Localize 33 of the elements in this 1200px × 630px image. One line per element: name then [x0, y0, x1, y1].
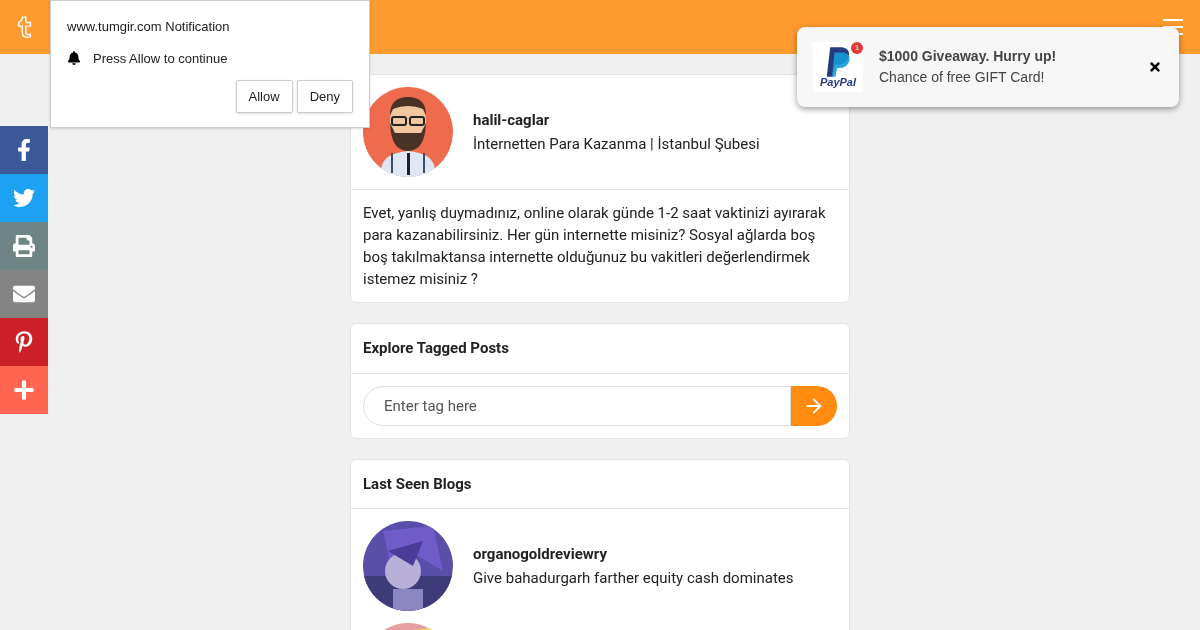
close-icon — [1148, 60, 1162, 74]
plus-icon — [13, 379, 35, 401]
paypal-logo-icon — [825, 46, 851, 77]
share-button[interactable] — [0, 126, 48, 174]
printer-icon — [13, 235, 35, 257]
dialog-button[interactable]: Deny — [296, 80, 353, 113]
dialog-message: Press Allow to continue — [93, 49, 228, 68]
share-button[interactable] — [0, 318, 48, 366]
pinterest-icon — [13, 331, 35, 353]
toast-message: Chance of free GIFT Card! — [879, 68, 1046, 87]
tag-input-field[interactable]: Enter tag here — [363, 385, 791, 426]
section-title: Explore Tagged Posts — [351, 324, 849, 374]
bell-icon — [67, 51, 81, 66]
share-button[interactable] — [0, 222, 48, 270]
logo-icon[interactable] — [16, 14, 34, 40]
close-button[interactable] — [1147, 59, 1163, 75]
share-button[interactable] — [0, 366, 48, 414]
blog-tagline: İnternetten Para Kazanma | İstanbul Şubesi — [473, 134, 760, 155]
blog-description: Give bahadurgarh farther equity cash dominates — [473, 568, 794, 589]
brand-logo: PayPal — [819, 76, 857, 88]
section-title: Last Seen Blogs — [351, 459, 849, 509]
username[interactable]: halil-caglar — [473, 108, 760, 131]
share-button[interactable] — [0, 270, 48, 318]
search-button[interactable] — [791, 385, 837, 426]
bird-icon — [13, 187, 35, 209]
envelope-icon — [13, 283, 35, 305]
blog-bio: Evet, yanlış duymadınız, online olarak günde 1-2 saat vaktinizi ayırarak para kazanabilirsiniz. Her gün internette misiniz? Sosyal ağlarda boş boş takılmaktansa internette olduğunuz bu vakitleri değerlendirmek istemez misiniz ? — [362, 203, 827, 290]
dialog-button[interactable]: Allow — [235, 80, 293, 113]
notification-badge: 1 — [851, 42, 863, 54]
toast-title: $1000 Giveaway. Hurry up! — [879, 47, 1058, 66]
dialog-title: www.tumgir.com Notification — [67, 18, 231, 36]
blog-name[interactable]: organogoldreviewry — [473, 542, 794, 565]
share-button[interactable] — [0, 174, 48, 222]
